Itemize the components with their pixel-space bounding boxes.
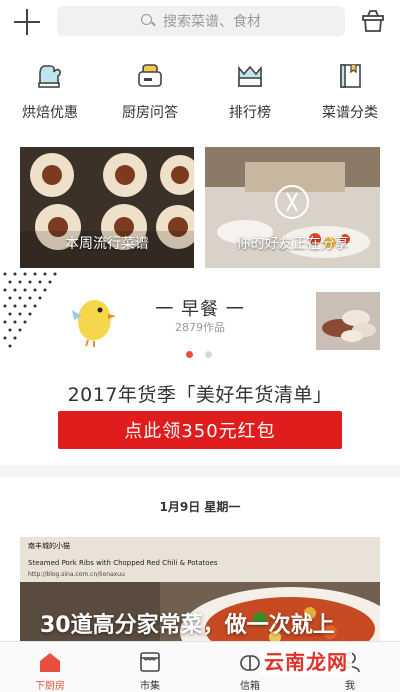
add-icon[interactable] (14, 9, 40, 35)
category-rankings[interactable]: 排行榜 (200, 58, 300, 128)
toaster-icon (138, 64, 162, 87)
crown-icon (238, 65, 262, 87)
chick-mascot-icon (72, 300, 116, 347)
photo-caption-author: 南丰城的小猫 (28, 542, 70, 550)
shopping-basket-icon[interactable] (360, 8, 386, 34)
home-icon (40, 653, 60, 672)
recipe-book-icon (340, 64, 361, 88)
decorative-dots (3, 272, 57, 348)
tab-label: 市集 (140, 681, 160, 692)
featured-article-card[interactable]: 南丰城的小猫 Steamed Pork Ribs with Chopped Re… (20, 537, 380, 649)
search-icon (141, 14, 155, 28)
friends-sharing-card[interactable]: 你的好友正在分享 (205, 147, 380, 268)
carousel-dot[interactable] (205, 351, 212, 358)
category-label: 烘焙优惠 (22, 105, 78, 121)
photo-caption-english: Steamed Pork Ribs with Chopped Red Chili… (28, 559, 218, 567)
feed-date: 1月9日 星期一 (159, 500, 241, 514)
market-icon (140, 652, 160, 672)
carousel-dot-active[interactable] (186, 351, 193, 358)
featured-article-title: 30道高分家常菜，做一次就上 (40, 613, 335, 638)
search-input[interactable]: 搜索菜谱、食材 (57, 6, 345, 36)
tab-label: 下厨房 (35, 681, 65, 692)
search-placeholder: 搜索菜谱、食材 (163, 14, 261, 30)
watermark-logo: 云南龙网 (260, 646, 352, 675)
category-kitchen-qa[interactable]: 厨房问答 (100, 58, 200, 128)
tab-label: 信箱 (240, 681, 260, 692)
photo-caption-url: http://blog.sina.com.cn/lionaxuu (28, 571, 125, 578)
card-label: 本周流行菜谱 (65, 236, 149, 252)
tab-market[interactable]: 市集 (100, 642, 200, 692)
card-label: 你的好友正在分享 (236, 236, 349, 252)
breakfast-count: 2879作品 (175, 321, 225, 334)
category-label: 菜谱分类 (322, 105, 378, 121)
claim-coupon-button[interactable]: 点此领350元红包 (58, 411, 342, 449)
breakfast-photo[interactable] (316, 292, 380, 350)
top-bar: 搜索菜谱、食材 (0, 0, 400, 44)
oven-mitt-icon (38, 65, 61, 88)
mailbox-icon (240, 655, 260, 671)
section-divider (0, 465, 400, 477)
tab-label: 我 (345, 681, 355, 692)
category-label: 排行榜 (229, 105, 271, 121)
category-row: 烘焙优惠 厨房问答 排行榜 菜谱分类 (0, 58, 400, 128)
category-baking-deals[interactable]: 烘焙优惠 (0, 58, 100, 128)
tab-home[interactable]: 下厨房 (0, 642, 100, 692)
popular-recipes-card[interactable]: 本周流行菜谱 (20, 147, 194, 268)
promo-title: 2017年货季「美好年货清单」 (67, 384, 333, 406)
category-label: 厨房问答 (122, 105, 178, 121)
breakfast-title[interactable]: 一 早餐 一 (120, 295, 280, 321)
category-recipe-types[interactable]: 菜谱分类 (300, 58, 400, 128)
